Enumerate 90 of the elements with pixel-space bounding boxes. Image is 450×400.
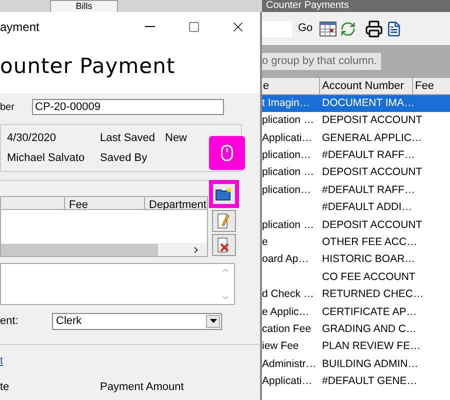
search-field[interactable] <box>262 20 292 36</box>
memo-box[interactable] <box>0 263 235 305</box>
table-cell-text: HISTORIC BOAR… <box>321 252 416 268</box>
info-value: New <box>165 130 188 146</box>
table-row[interactable]: Administr… BUILDING ADMIN… <box>262 356 450 374</box>
mouse-icon <box>218 144 236 162</box>
table-cell-text: plication … <box>262 165 315 180</box>
calendar-grid-icon[interactable] <box>318 20 337 36</box>
column-label: te <box>0 380 10 394</box>
link[interactable]: t <box>0 353 4 370</box>
table-cell-text: oard Ap… <box>262 252 310 268</box>
table-cell-text: #DEFAULT RAFF… <box>321 182 415 198</box>
number-field[interactable]: CP-20-00009 <box>32 99 224 115</box>
column-header: Account Number <box>320 78 413 94</box>
table-row[interactable]: plication … DEPOSIT ACCOUNT <box>262 164 450 182</box>
column-header: Fee <box>414 79 435 94</box>
table-row[interactable]: #DEFAULT ADDI… <box>262 199 450 217</box>
table-row[interactable]: plication… #DEFAULT RAFF… <box>262 147 450 165</box>
table-row[interactable]: Applicati… GENERAL APPLIC… <box>262 130 450 148</box>
table-row[interactable]: plication… #DEFAULT RAFF… <box>262 182 450 200</box>
table-row[interactable]: plication … DEPOSIT ACCOUNT <box>262 216 450 234</box>
table-row[interactable]: e OTHER FEE ACC… <box>262 234 450 252</box>
document-icon[interactable] <box>386 20 402 36</box>
table-cell-text: plication… <box>262 148 312 163</box>
table-cell-text: CO FEE ACCOUNT <box>321 270 416 285</box>
table-cell-text: plication … <box>262 113 315 128</box>
table-row[interactable]: Applicati… #DEFAULT GENE… <box>262 373 450 391</box>
table-cell-text: Administr… <box>262 356 318 372</box>
column-header: Fee <box>65 197 145 209</box>
column-label: Payment Amount <box>100 380 184 394</box>
table-cell-text: plication … <box>262 218 315 233</box>
table-row[interactable]: iew Fee PLAN REVIEW FE… <box>262 338 450 356</box>
department-dropdown[interactable]: Clerk <box>52 312 222 330</box>
table-row[interactable]: oard Ap… HISTORIC BOAR… <box>262 252 450 269</box>
dialog-heading: ounter Payment <box>0 53 176 80</box>
refresh-icon[interactable] <box>340 20 356 36</box>
table-cell-text: iew Fee <box>262 339 300 354</box>
group-hint: o group by that column. <box>262 53 381 70</box>
table-cell-text: OTHER FEE ACC… <box>321 234 418 250</box>
table-cell-text: e Applic… <box>262 304 310 320</box>
table-cell-text: DOCUMENT IMA… <box>321 96 415 111</box>
table-cell-text: DEPOSIT ACCOUNT <box>321 113 422 128</box>
table-cell-text: t Imagin… <box>262 96 311 111</box>
table-row[interactable]: t Imagin… DOCUMENT IMA… <box>262 95 450 112</box>
app-title: Counter Payments <box>265 0 349 12</box>
scroll-up-icon <box>221 266 230 275</box>
info-value: 4/30/2020 <box>7 130 57 146</box>
scroll-down-icon <box>221 293 230 302</box>
column-header: e <box>262 78 320 94</box>
bills-tab[interactable]: Bills <box>50 0 118 12</box>
table-cell-text: d Check … <box>262 287 315 302</box>
table-cell-text: GRADING AND C… <box>321 322 417 337</box>
info-label: Saved By <box>100 151 148 166</box>
table-cell-text: GENERAL APPLIC… <box>321 130 422 146</box>
table-cell-text: RETURNED CHEC… <box>321 287 424 302</box>
pencil-page-icon <box>217 213 231 229</box>
horizontal-scrollbar[interactable] <box>0 243 208 257</box>
table-row[interactable]: CO FEE ACCOUNT <box>262 268 450 286</box>
minimize-icon <box>145 26 155 27</box>
table-cell-text: #DEFAULT RAFF… <box>321 148 415 163</box>
table-cell-text: DEPOSIT ACCOUNT <box>321 218 422 233</box>
table-cell-text: CERTIFICATE AP… <box>321 304 417 320</box>
column-header: Department <box>148 198 207 209</box>
printer-icon[interactable] <box>364 20 383 38</box>
new-button[interactable] <box>209 180 239 208</box>
info-label: Last Saved <box>100 130 156 146</box>
table-row[interactable]: d Check … RETURNED CHEC… <box>262 286 450 304</box>
info-value: Michael Salvato <box>7 151 86 166</box>
table-cell-text: Applicati… <box>262 130 314 146</box>
window-title: ayment <box>0 18 40 36</box>
go-button[interactable]: Go <box>295 20 316 37</box>
table-row[interactable]: e Applic… CERTIFICATE AP… <box>262 304 450 322</box>
maximize-icon <box>188 20 200 32</box>
table-cell-text: e <box>262 234 269 250</box>
table-cell-text: Applicati… <box>262 374 314 390</box>
field-label: ber <box>0 100 16 114</box>
table-cell-text: #DEFAULT ADDI… <box>321 200 412 216</box>
folder-star-icon <box>215 187 233 201</box>
table-cell-text: BUILDING ADMIN… <box>321 356 418 372</box>
table-cell-text: PLAN REVIEW FE… <box>321 339 421 354</box>
edit-button[interactable] <box>212 210 236 232</box>
table-row[interactable]: cation Fee GRADING AND C… <box>262 321 450 338</box>
table-cell-text: plication… <box>262 182 312 198</box>
page-delete-icon <box>217 237 231 253</box>
table-cell-text: #DEFAULT GENE… <box>321 374 418 390</box>
table-cell-text: DEPOSIT ACCOUNT <box>321 165 422 180</box>
department-label: ent: <box>0 314 20 329</box>
delete-button[interactable] <box>212 234 236 256</box>
table-row[interactable]: plication … DEPOSIT ACCOUNT <box>262 112 450 130</box>
table-cell-text: cation Fee <box>262 322 312 337</box>
